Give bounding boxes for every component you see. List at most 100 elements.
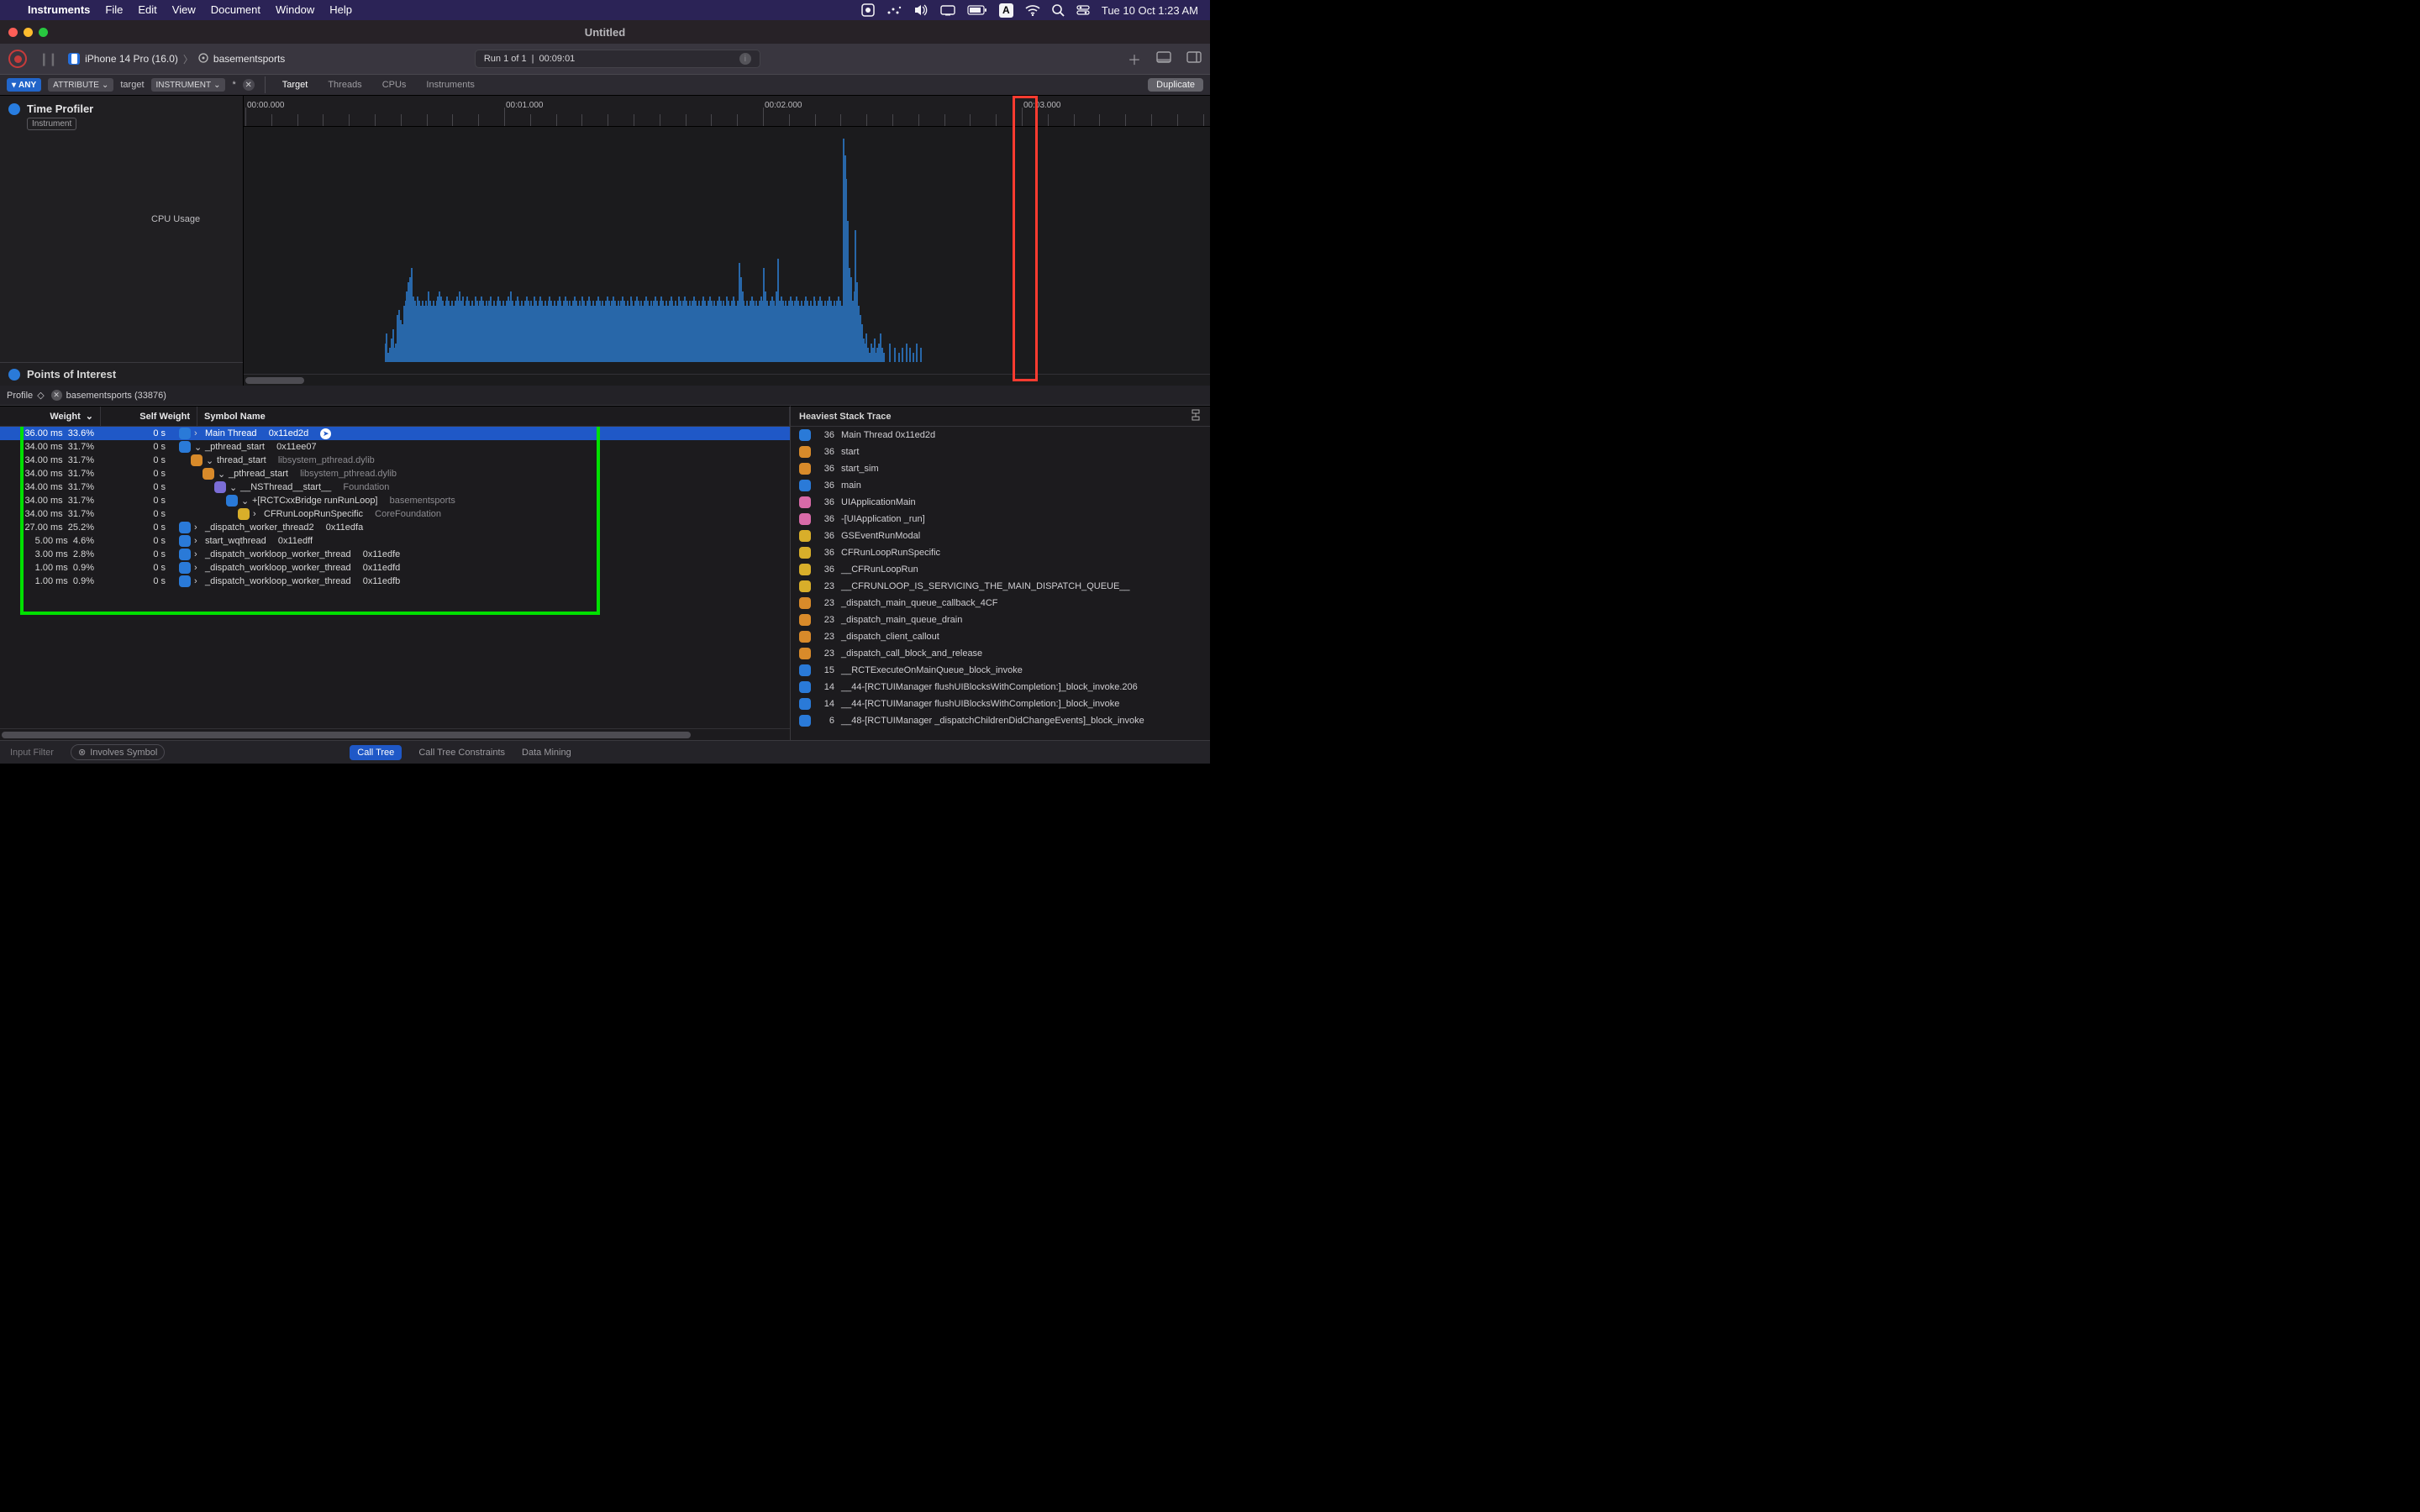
disclosure-icon[interactable]: › [194, 549, 202, 559]
menu-edit[interactable]: Edit [130, 0, 164, 20]
input-filter-field[interactable]: Input Filter [10, 748, 54, 758]
heaviest-stack-row[interactable]: 23_dispatch_main_queue_drain [791, 612, 1210, 628]
screen-mirror-icon[interactable] [940, 5, 955, 16]
timeline-ruler[interactable]: 00:00.00000:01.00000:02.00000:03.000 [244, 96, 1210, 127]
call-tree-row[interactable]: 1.00 ms 0.9%0 s›_dispatch_workloop_worke… [0, 561, 790, 575]
disclosure-icon[interactable]: › [194, 576, 202, 586]
disclosure-icon[interactable]: ⌄ [206, 455, 213, 466]
scope-target[interactable]: Target [276, 77, 315, 92]
column-weight[interactable]: Weight ⌄ [0, 407, 101, 426]
spotlight-icon[interactable] [1052, 4, 1065, 17]
status-dots-icon[interactable] [886, 5, 902, 15]
involves-symbol-button[interactable]: ⊗Involves Symbol [71, 744, 165, 760]
heaviest-stack-row[interactable]: 6__48-[RCTUIManager _dispatchChildrenDid… [791, 712, 1210, 729]
heaviest-stack-row[interactable]: 36start_sim [791, 460, 1210, 477]
heaviest-stack-row[interactable]: 36CFRunLoopRunSpecific [791, 544, 1210, 561]
data-mining-button[interactable]: Data Mining [522, 748, 571, 758]
focus-arrow-icon[interactable]: ➤ [320, 428, 331, 439]
filter-instrument-tag[interactable]: INSTRUMENT ⌄ [151, 78, 226, 92]
call-tree-row[interactable]: 27.00 ms 25.2%0 s›_dispatch_worker_threa… [0, 521, 790, 534]
disclosure-icon[interactable]: › [253, 509, 260, 519]
scope-threads[interactable]: Threads [321, 77, 368, 92]
menu-window[interactable]: Window [268, 0, 322, 20]
track-points-of-interest[interactable]: Points of Interest [0, 362, 243, 386]
call-tree-row[interactable]: 34.00 ms 31.7%0 s⌄__NSThread__start__ Fo… [0, 480, 790, 494]
heaviest-stack-row[interactable]: 36main [791, 477, 1210, 494]
call-tree-row[interactable]: 3.00 ms 2.8%0 s›_dispatch_workloop_worke… [0, 548, 790, 561]
heaviest-stack-row[interactable]: 23_dispatch_client_callout [791, 628, 1210, 645]
battery-icon[interactable] [967, 5, 987, 15]
call-tree-row[interactable]: 36.00 ms 33.6%0 s›Main Thread 0x11ed2d ➤ [0, 427, 790, 440]
control-center-icon[interactable] [1076, 5, 1090, 15]
disclosure-icon[interactable]: ⌄ [218, 469, 225, 480]
scope-instruments[interactable]: Instruments [419, 77, 481, 92]
call-tree-button[interactable]: Call Tree [350, 745, 402, 760]
detail-hscrollbar[interactable] [0, 728, 790, 740]
heaviest-stack-row[interactable]: 36Main Thread 0x11ed2d [791, 427, 1210, 444]
add-button[interactable]: ＋ [1128, 49, 1141, 69]
disclosure-icon[interactable]: › [194, 428, 202, 438]
scope-cpus[interactable]: CPUs [376, 77, 413, 92]
info-icon[interactable]: i [739, 53, 751, 65]
heaviest-stack-row[interactable]: 36__CFRunLoopRun [791, 561, 1210, 578]
call-tree-row[interactable]: 34.00 ms 31.7%0 s⌄_pthread_start 0x11ee0… [0, 440, 790, 454]
disclosure-icon[interactable]: ⌄ [194, 442, 202, 453]
wifi-icon[interactable] [1025, 5, 1040, 16]
call-tree-row[interactable]: 34.00 ms 31.7%0 s⌄thread_start libsystem… [0, 454, 790, 467]
duplicate-button[interactable]: Duplicate [1148, 78, 1203, 92]
menubar-clock[interactable]: Tue 10 Oct 1:23 AM [1102, 4, 1198, 17]
heaviest-stack-row[interactable]: 36GSEventRunModal [791, 528, 1210, 544]
heaviest-stack-row[interactable]: 23_dispatch_main_queue_callback_4CF [791, 595, 1210, 612]
window-zoom-button[interactable] [39, 28, 48, 37]
disclosure-icon[interactable]: › [194, 563, 202, 573]
heaviest-stack-row[interactable]: 14__44-[RCTUIManager flushUIBlocksWithCo… [791, 679, 1210, 696]
menu-view[interactable]: View [165, 0, 203, 20]
sidebar-toggle-icon[interactable] [1186, 51, 1202, 67]
call-tree-row[interactable]: 5.00 ms 4.6%0 s›start_wqthread 0x11edff [0, 534, 790, 548]
clear-icon[interactable]: ✕ [51, 390, 62, 401]
disclosure-icon[interactable]: ⌄ [229, 482, 237, 493]
filter-clear-button[interactable]: ✕ [243, 79, 255, 91]
menu-help[interactable]: Help [322, 0, 360, 20]
call-tree-row[interactable]: 34.00 ms 31.7%0 s⌄_pthread_start libsyst… [0, 467, 790, 480]
pause-button[interactable]: ❙❙ [39, 51, 56, 66]
call-tree-row[interactable]: 34.00 ms 31.7%0 s›CFRunLoopRunSpecific C… [0, 507, 790, 521]
heaviest-stack-row[interactable]: 23_dispatch_call_block_and_release [791, 645, 1210, 662]
target-picker[interactable]: iPhone 14 Pro (16.0) 〉 basementsports [68, 52, 285, 66]
detail-view-picker[interactable]: Profile ◇ [7, 390, 45, 401]
window-minimize-button[interactable] [24, 28, 33, 37]
detail-process-filter[interactable]: ✕basementsports (33876) [51, 390, 166, 401]
record-button[interactable] [8, 50, 27, 68]
menu-file[interactable]: File [97, 0, 130, 20]
heaviest-stack-list[interactable]: 36Main Thread 0x11ed2d36start36start_sim… [791, 427, 1210, 740]
heaviest-stack-row[interactable]: 36-[UIApplication _run] [791, 511, 1210, 528]
disclosure-icon[interactable]: ⌄ [241, 496, 249, 507]
volume-icon[interactable] [913, 4, 929, 16]
heaviest-stack-row[interactable]: 23__CFRUNLOOP_IS_SERVICING_THE_MAIN_DISP… [791, 578, 1210, 595]
disclosure-icon[interactable]: › [194, 536, 202, 546]
column-symbol[interactable]: Symbol Name [197, 407, 790, 426]
heaviest-stack-row[interactable]: 15__RCTExecuteOnMainQueue_block_invoke [791, 662, 1210, 679]
menu-document[interactable]: Document [203, 0, 268, 20]
timeline-graph[interactable]: 00:00.00000:01.00000:02.00000:03.000 [244, 96, 1210, 386]
call-tree-constraints-button[interactable]: Call Tree Constraints [418, 748, 505, 758]
call-tree-row[interactable]: 34.00 ms 31.7%0 s⌄+[RCTCxxBridge runRunL… [0, 494, 790, 507]
status-app-icon[interactable] [861, 3, 875, 17]
column-self-weight[interactable]: Self Weight [101, 407, 197, 426]
input-source-badge[interactable]: A [999, 3, 1013, 18]
app-menu[interactable]: Instruments [20, 0, 97, 20]
inspector-toggle-icon[interactable] [1156, 51, 1171, 67]
focus-icon[interactable] [1190, 409, 1202, 423]
run-info-pill[interactable]: Run 1 of 1 | 00:09:01 i [475, 50, 760, 68]
window-close-button[interactable] [8, 28, 18, 37]
call-tree[interactable]: 36.00 ms 33.6%0 s›Main Thread 0x11ed2d ➤… [0, 427, 790, 728]
call-tree-row[interactable]: 1.00 ms 0.9%0 s›_dispatch_workloop_worke… [0, 575, 790, 588]
heaviest-stack-row[interactable]: 36UIApplicationMain [791, 494, 1210, 511]
filter-any-tag[interactable]: ▾ ANY [7, 78, 41, 92]
disclosure-icon[interactable]: › [194, 522, 202, 533]
heaviest-stack-row[interactable]: 36start [791, 444, 1210, 460]
clear-icon[interactable]: ⊗ [78, 747, 86, 758]
timeline-scrollbar[interactable] [244, 374, 1210, 386]
track-time-profiler[interactable]: Time Profiler [8, 102, 234, 115]
heaviest-stack-row[interactable]: 14__44-[RCTUIManager flushUIBlocksWithCo… [791, 696, 1210, 712]
